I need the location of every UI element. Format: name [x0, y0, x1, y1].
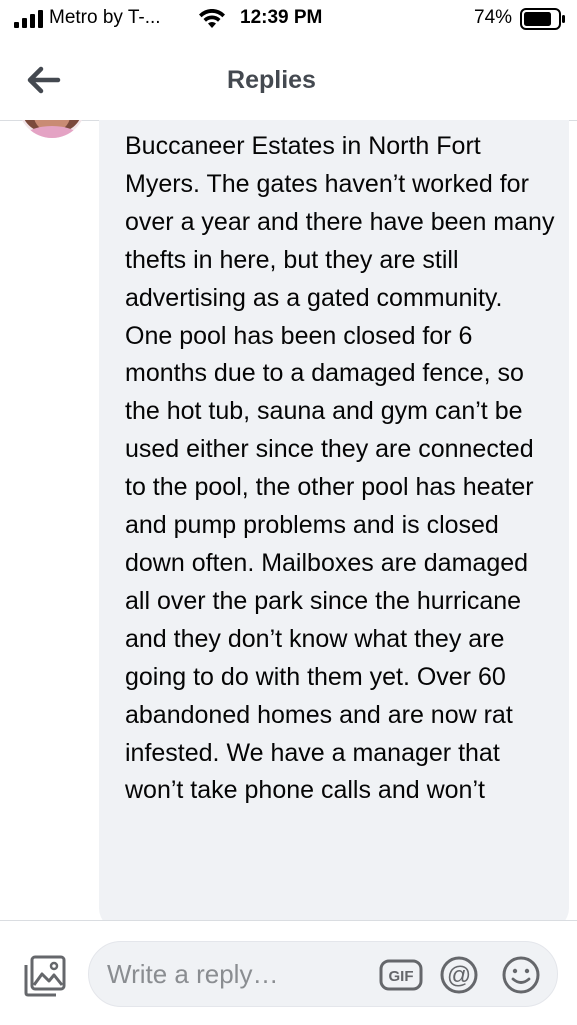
avatar[interactable]	[18, 120, 86, 138]
signal-icon	[14, 10, 43, 28]
photo-icon[interactable]	[22, 953, 68, 999]
clock: 12:39 PM	[240, 7, 323, 28]
replies-thread[interactable]: Buccaneer Estates in North Fort Myers. T…	[0, 120, 577, 920]
comment-text: Buccaneer Estates in North Fort Myers. T…	[125, 132, 555, 805]
carrier-name: Metro by T-...	[49, 7, 161, 28]
gif-label: GIF	[389, 968, 414, 985]
battery-percent: 74%	[474, 7, 513, 28]
gif-icon[interactable]: GIF	[379, 959, 423, 991]
battery-icon	[520, 8, 565, 30]
emoji-icon[interactable]	[501, 955, 541, 995]
svg-text:@: @	[447, 962, 471, 989]
status-bar: Metro by T-... 12:39 PM 74%	[0, 0, 577, 38]
reply-input[interactable]: Write a reply… GIF @	[88, 941, 558, 1007]
reply-placeholder: Write a reply…	[107, 959, 279, 989]
header-bar: Replies	[0, 38, 577, 121]
wifi-icon	[199, 9, 225, 28]
page-title: Replies	[227, 66, 316, 94]
reply-bar: Write a reply… GIF @	[0, 920, 577, 1025]
at-icon[interactable]: @	[439, 955, 479, 995]
